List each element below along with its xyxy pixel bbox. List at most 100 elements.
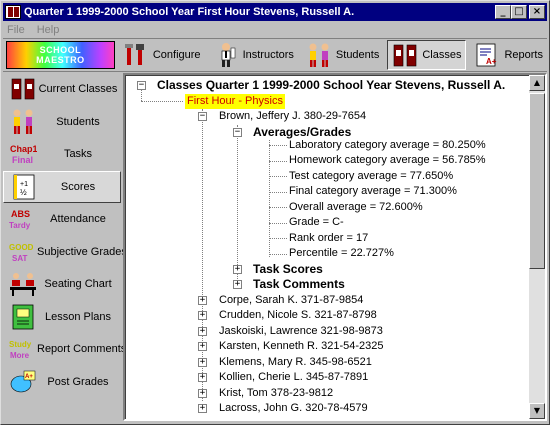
tree-line bbox=[269, 145, 287, 146]
student-node[interactable]: Kollien, Cherie L. 345-87-7891 bbox=[219, 370, 368, 385]
svg-text:A+: A+ bbox=[486, 57, 497, 66]
sidebar-item-lesson-plans[interactable]: Lesson Plans bbox=[3, 301, 121, 334]
sidebar-item-subjective-grades[interactable]: GOOD SAT Subjective Grades bbox=[3, 236, 127, 269]
expand-toggle[interactable]: + bbox=[198, 358, 207, 367]
menu-file[interactable]: File bbox=[7, 24, 25, 36]
expand-toggle[interactable]: + bbox=[198, 327, 207, 336]
scores-icon: +1 ½ bbox=[13, 174, 35, 200]
tree-line bbox=[141, 101, 183, 102]
tree-line bbox=[269, 161, 287, 162]
svg-text:+1: +1 bbox=[20, 181, 28, 188]
close-button[interactable]: × bbox=[529, 5, 545, 19]
expand-toggle[interactable]: + bbox=[233, 280, 242, 289]
expand-toggle[interactable]: + bbox=[198, 389, 207, 398]
app-icon[interactable] bbox=[5, 5, 21, 19]
sidebar-item-tasks[interactable]: Chap1 Final Tasks bbox=[3, 138, 121, 171]
instructors-button[interactable]: Instructors bbox=[209, 40, 298, 70]
expand-toggle[interactable]: + bbox=[198, 311, 207, 320]
tardy-text: Tardy bbox=[9, 221, 31, 230]
task-scores-node[interactable]: Task Scores bbox=[253, 262, 323, 277]
students-button[interactable]: Students bbox=[302, 40, 383, 70]
student-node[interactable]: Brown, Jeffery J. 380-29-7654 bbox=[219, 109, 366, 124]
menu-help[interactable]: Help bbox=[37, 24, 60, 36]
student-node[interactable]: Corpe, Sarah K. 371-87-9854 bbox=[219, 293, 363, 308]
collapse-toggle[interactable]: − bbox=[233, 128, 242, 137]
tree-leaf[interactable]: Percentile = 22.727% bbox=[289, 246, 394, 261]
classes-button[interactable]: Classes bbox=[387, 40, 467, 70]
logo-line2: MAESTRO bbox=[36, 55, 85, 65]
class-tree-panel[interactable]: − Classes Quarter 1 1999-2000 School Yea… bbox=[123, 73, 547, 421]
expand-toggle[interactable]: + bbox=[198, 296, 207, 305]
tree-line bbox=[269, 238, 287, 239]
expand-toggle[interactable]: + bbox=[198, 342, 207, 351]
scroll-thumb[interactable] bbox=[529, 93, 545, 269]
sidebar-item-report-comments[interactable]: Study More Report Comments bbox=[3, 333, 126, 366]
tree-leaf[interactable]: Final category average = 71.300% bbox=[289, 184, 457, 199]
student-node[interactable]: Crudden, Nicole S. 321-87-8798 bbox=[219, 308, 377, 323]
sat-text: SAT bbox=[12, 254, 28, 263]
tree-leaf[interactable]: Test category average = 77.650% bbox=[289, 169, 453, 184]
toolbar: SCHOOL MAESTRO Configure Instructors Stu… bbox=[3, 38, 547, 72]
student-node[interactable]: Karsten, Kenneth R. 321-54-2325 bbox=[219, 339, 384, 354]
tree-line bbox=[269, 192, 287, 193]
abs-text: ABS bbox=[11, 209, 30, 219]
student-node[interactable]: Krist, Tom 378-23-9812 bbox=[219, 386, 333, 401]
maximize-button[interactable]: □ bbox=[511, 5, 527, 19]
main-window: Quarter 1 1999-2000 School Year First Ho… bbox=[0, 0, 550, 425]
sidebar-item-attendance[interactable]: ABS Tardy Attendance bbox=[3, 203, 121, 236]
tree-leaf[interactable]: Grade = C- bbox=[289, 215, 344, 230]
expand-toggle[interactable]: + bbox=[233, 265, 242, 274]
task-comments-node[interactable]: Task Comments bbox=[253, 277, 345, 292]
collapse-toggle[interactable]: − bbox=[198, 112, 207, 121]
student-node[interactable]: Klemens, Mary R. 345-98-6521 bbox=[219, 355, 372, 370]
window-title: Quarter 1 1999-2000 School Year First Ho… bbox=[24, 6, 355, 18]
expand-toggle[interactable]: + bbox=[198, 404, 207, 413]
abs-tardy-icon: ABS Tardy bbox=[9, 209, 31, 230]
tree-root[interactable]: Classes Quarter 1 1999-2000 School Year … bbox=[157, 78, 505, 93]
sidebar-item-label: Subjective Grades bbox=[37, 245, 127, 258]
tree-leaf[interactable]: Homework category average = 56.785% bbox=[289, 153, 486, 168]
report-icon: A+ bbox=[477, 43, 497, 67]
collapse-toggle[interactable]: − bbox=[137, 81, 146, 90]
title-bar[interactable]: Quarter 1 1999-2000 School Year First Ho… bbox=[3, 3, 547, 21]
vertical-scrollbar[interactable]: ▲ ▼ bbox=[529, 75, 545, 419]
more-text: More bbox=[10, 351, 30, 360]
doors-icon bbox=[11, 78, 35, 100]
tree-line bbox=[269, 207, 287, 208]
minimize-button[interactable]: _ bbox=[495, 5, 511, 19]
sidebar: Current Classes Students Chap1 Final Tas… bbox=[3, 73, 127, 403]
tree-leaf[interactable]: Rank order = 17 bbox=[289, 231, 368, 246]
tree-leaf[interactable]: Overall average = 72.600% bbox=[289, 200, 423, 215]
final-text: Final bbox=[12, 155, 33, 165]
sidebar-item-post-grades[interactable]: A+ Post Grades bbox=[3, 366, 121, 399]
sidebar-item-students[interactable]: Students bbox=[3, 106, 121, 139]
tree-line bbox=[141, 89, 142, 101]
chap-text: Chap1 bbox=[10, 144, 37, 154]
student-node[interactable]: Jaskoiski, Lawrence 321-98-9873 bbox=[219, 324, 383, 339]
sidebar-item-label: Scores bbox=[60, 180, 96, 193]
sidebar-item-current-classes[interactable]: Current Classes bbox=[3, 73, 121, 106]
class-tree[interactable]: − Classes Quarter 1 1999-2000 School Yea… bbox=[125, 75, 529, 419]
reports-button[interactable]: A+ Reports bbox=[470, 40, 547, 70]
sidebar-item-seating-chart[interactable]: Seating Chart bbox=[3, 268, 121, 301]
seating-icon bbox=[10, 273, 36, 297]
students-icon bbox=[13, 109, 33, 134]
scroll-down-button[interactable]: ▼ bbox=[529, 403, 545, 419]
sidebar-item-scores[interactable]: +1 ½ Scores bbox=[3, 170, 121, 203]
expand-toggle[interactable]: + bbox=[198, 373, 207, 382]
sidebar-item-label: Attendance bbox=[50, 213, 106, 226]
sidebar-item-label: Current Classes bbox=[38, 83, 118, 96]
tree-leaf[interactable]: Laboratory category average = 80.250% bbox=[289, 138, 486, 153]
chap-final-icon: Chap1 Final bbox=[10, 144, 37, 165]
instructor-icon bbox=[221, 43, 235, 67]
scroll-up-button[interactable]: ▲ bbox=[529, 75, 545, 91]
student-node[interactable]: Lacross, John G. 320-78-4579 bbox=[219, 401, 368, 416]
configure-button[interactable]: Configure bbox=[119, 40, 205, 70]
post-grades-icon: A+ bbox=[10, 370, 36, 393]
lesson-icon bbox=[12, 304, 34, 330]
class-node[interactable]: First Hour - Physics bbox=[185, 94, 285, 109]
tools-icon bbox=[124, 44, 144, 65]
svg-text:½: ½ bbox=[20, 188, 27, 197]
tree-line bbox=[269, 254, 287, 255]
reports-label: Reports bbox=[504, 49, 543, 61]
